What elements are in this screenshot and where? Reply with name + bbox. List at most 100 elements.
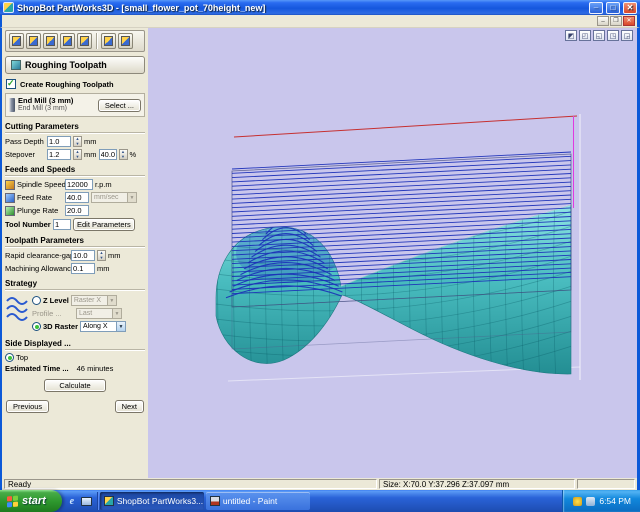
feed-rate-row: Feed Rate mm/sec bbox=[5, 192, 145, 204]
stepover-percent-stepper[interactable] bbox=[118, 149, 128, 161]
tool-icon bbox=[29, 36, 38, 46]
z-level-label: Z Level bbox=[43, 296, 69, 306]
strategy-icon bbox=[6, 297, 28, 322]
raster3d-radio[interactable] bbox=[32, 322, 41, 332]
plunge-rate-row: Plunge Rate bbox=[5, 205, 145, 217]
taskbar-item-shopbot[interactable]: ShopBot PartWorks3... bbox=[99, 492, 204, 510]
machining-allowance-input[interactable] bbox=[71, 263, 95, 275]
feed-unit-value: mm/sec bbox=[94, 194, 119, 202]
tray-icon-2[interactable] bbox=[586, 496, 596, 506]
view-toolbar bbox=[565, 30, 633, 41]
stepover-stepper[interactable] bbox=[73, 149, 82, 161]
toolbar-icon[interactable] bbox=[118, 33, 133, 49]
z-level-radio[interactable] bbox=[32, 296, 41, 306]
strategy-header: Strategy bbox=[5, 279, 145, 291]
toolbar-icon[interactable] bbox=[26, 33, 41, 49]
iso-view-icon[interactable] bbox=[565, 30, 577, 41]
tool-number-input[interactable] bbox=[53, 219, 71, 231]
top-view-icon[interactable] bbox=[579, 30, 591, 41]
toolbar-icon[interactable] bbox=[77, 33, 92, 49]
side-view-icon[interactable] bbox=[607, 30, 619, 41]
create-roughing-checkbox[interactable] bbox=[6, 78, 16, 89]
internet-explorer-icon[interactable]: e bbox=[66, 495, 78, 507]
feed-unit-select[interactable]: mm/sec bbox=[91, 192, 137, 204]
toolbar-icon[interactable] bbox=[101, 33, 116, 49]
spindle-speed-row: Spindle Speed r.p.m bbox=[5, 179, 145, 191]
spindle-speed-input[interactable] bbox=[65, 179, 93, 191]
rapid-clearance-input[interactable] bbox=[71, 250, 95, 262]
start-label: start bbox=[22, 495, 46, 507]
create-roughing-row: Create Roughing Toolpath bbox=[6, 78, 144, 89]
raster-direction-value: Raster X bbox=[73, 297, 102, 305]
taskbar-item-label: ShopBot PartWorks3... bbox=[116, 496, 204, 506]
toolbar-icon[interactable] bbox=[9, 33, 24, 49]
pass-depth-unit: mm bbox=[84, 137, 97, 147]
chevron-down-icon bbox=[116, 322, 126, 332]
endmill-icon bbox=[9, 98, 15, 113]
status-model-size: Size: X:70.0 Y:37.296 Z:37.097 mm bbox=[379, 479, 575, 489]
mdi-restore-button[interactable] bbox=[610, 16, 622, 26]
toolbar-icon[interactable] bbox=[60, 33, 75, 49]
tool-name: End Mill (3 mm) bbox=[18, 96, 74, 105]
panel-title: Roughing Toolpath bbox=[5, 56, 145, 74]
toolbar-separator bbox=[96, 33, 97, 49]
stepover-row: Stepover mm % bbox=[5, 149, 145, 161]
profile-select[interactable]: Last bbox=[76, 308, 122, 320]
rapid-clearance-label: Rapid clearance-gap bbox=[5, 251, 75, 261]
start-button[interactable]: start bbox=[0, 490, 62, 512]
toolpath-parameters-header: Toolpath Parameters bbox=[5, 236, 145, 248]
rapid-clearance-stepper[interactable] bbox=[97, 250, 106, 262]
raster-direction-select[interactable]: Raster X bbox=[70, 295, 117, 307]
along-axis-select[interactable]: Along X bbox=[80, 321, 127, 333]
front-view-icon[interactable] bbox=[593, 30, 605, 41]
maximize-button[interactable] bbox=[606, 1, 620, 14]
taskbar-item-paint[interactable]: untitled - Paint bbox=[205, 492, 310, 510]
windows-flag-icon bbox=[7, 495, 18, 507]
feed-rate-icon bbox=[5, 192, 15, 203]
feed-rate-label: Feed Rate bbox=[17, 193, 53, 203]
tool-subname: End Mill (3 mm) bbox=[18, 105, 68, 113]
quick-launch: e bbox=[62, 490, 96, 512]
stepover-unit: mm bbox=[84, 150, 97, 160]
pass-depth-row: Pass Depth mm bbox=[5, 136, 145, 148]
close-button[interactable] bbox=[623, 1, 637, 14]
previous-button[interactable]: Previous bbox=[6, 400, 50, 414]
side-top-radio[interactable] bbox=[5, 353, 14, 363]
tool-icon bbox=[46, 36, 55, 46]
tool-number-label: Tool Number bbox=[5, 220, 51, 230]
stepover-input[interactable] bbox=[47, 149, 71, 161]
toolbar-icon[interactable] bbox=[43, 33, 58, 49]
chevron-down-icon bbox=[127, 193, 136, 203]
plunge-rate-input[interactable] bbox=[65, 205, 89, 217]
spindle-speed-unit: r.p.m bbox=[95, 180, 112, 190]
tray-icon-1[interactable] bbox=[573, 496, 583, 506]
mdi-close-button[interactable] bbox=[623, 16, 635, 26]
profile-value: Last bbox=[79, 310, 93, 318]
edit-parameters-button[interactable]: Edit Parameters bbox=[73, 218, 135, 232]
stepover-label: Stepover bbox=[5, 150, 36, 160]
next-button[interactable]: Next bbox=[114, 400, 144, 414]
mdi-minimize-button[interactable] bbox=[597, 16, 609, 26]
tool-selector: End Mill (3 mm) End Mill (3 mm) Select .… bbox=[5, 93, 145, 118]
stepover-percent-input[interactable] bbox=[98, 149, 117, 161]
tool-number-row: Tool Number Edit Parameters bbox=[5, 218, 145, 232]
plunge-rate-icon bbox=[5, 205, 15, 216]
toolpath-panel: Roughing Toolpath Create Roughing Toolpa… bbox=[2, 28, 148, 478]
taskbar-separator bbox=[96, 492, 98, 510]
rapid-clearance-unit: mm bbox=[108, 251, 121, 261]
pass-depth-stepper[interactable] bbox=[73, 136, 82, 148]
status-ready: Ready bbox=[4, 479, 377, 489]
toolpath-toolbar bbox=[5, 30, 145, 52]
pass-depth-label: Pass Depth bbox=[5, 137, 44, 147]
3d-viewport[interactable] bbox=[148, 28, 637, 478]
feed-rate-input[interactable] bbox=[65, 192, 89, 204]
pass-depth-input[interactable] bbox=[47, 136, 71, 148]
show-desktop-icon[interactable] bbox=[80, 496, 92, 506]
strategy-group: Z Level Raster X Profile ... Last bbox=[5, 293, 145, 334]
app-window: ShopBot PartWorks3D - [small_flower_pot_… bbox=[0, 0, 640, 512]
perspective-view-icon[interactable] bbox=[621, 30, 633, 41]
side-top-label: Top bbox=[16, 353, 29, 363]
minimize-button[interactable] bbox=[589, 1, 603, 14]
select-tool-button[interactable]: Select ... bbox=[97, 98, 141, 112]
calculate-button[interactable]: Calculate bbox=[44, 379, 106, 393]
